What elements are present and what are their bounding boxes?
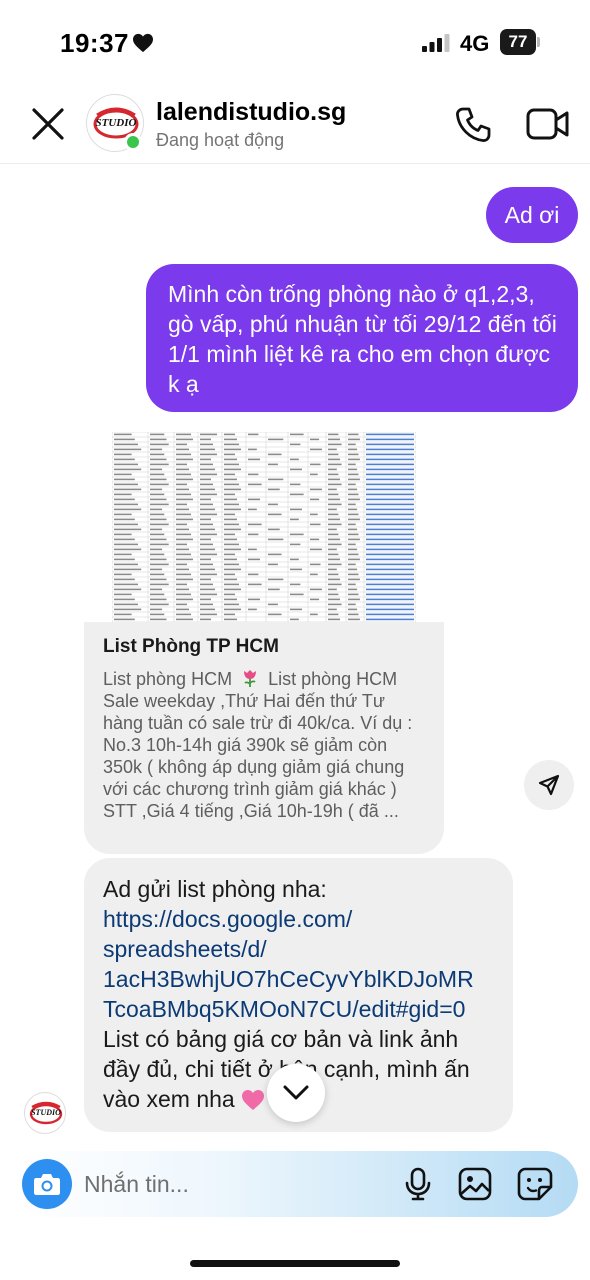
link-desc-body: List phòng HCM Sale weekday ,Thứ Hai đến… [103,669,413,821]
share-button[interactable] [524,760,574,810]
message-composer [14,1151,578,1217]
contact-name[interactable]: lalendistudio.sg [156,98,346,127]
header-divider [0,163,590,164]
network-label: 4G [460,31,490,56]
chevron-down-icon [283,1085,309,1100]
online-indicator [124,133,142,151]
link-preview-description: List phòng HCM List phòng HCM Sale weekd… [103,668,426,822]
battery-level: 77 [500,29,536,55]
signal-icon [422,34,450,52]
message-outgoing[interactable]: Mình còn trống phòng nào ở q1,2,3, gò vấ… [146,264,578,412]
chat-header: STUDIO lalendistudio.sg Đang hoạt động [0,88,590,164]
mic-icon[interactable] [404,1167,432,1201]
camera-icon [34,1174,60,1195]
spreadsheet-link[interactable]: spreadsheets/d/ [103,934,499,964]
status-bar: 19:37 4G 77 [0,0,590,88]
camera-button[interactable] [22,1159,72,1209]
video-icon[interactable] [526,106,570,142]
battery-cap [537,37,540,47]
pink-heart-icon [242,1090,265,1110]
message-outgoing[interactable]: Ad ơi [486,187,578,243]
message-intro: Ad gửi list phòng nha: [103,876,327,902]
avatar-logo-text: STUDIO [31,1108,61,1117]
avatar-logo-text: STUDIO [95,117,137,129]
link-desc-lead: List phòng HCM [103,669,233,689]
gallery-icon[interactable] [458,1167,492,1201]
home-indicator [190,1260,400,1267]
heart-icon [133,33,153,53]
link-preview-image[interactable] [112,432,416,622]
spreadsheet-link[interactable]: TcoaBMbq5KMOoN7CU/edit#gid=0 [103,994,499,1024]
battery-indicator: 77 [500,29,540,55]
sender-avatar[interactable]: STUDIO [24,1092,66,1134]
send-icon [538,774,560,796]
message-input[interactable] [84,1168,314,1200]
link-preview-title: List Phòng TP HCM [103,636,279,657]
sticker-icon[interactable] [517,1167,553,1201]
close-icon[interactable] [30,106,66,142]
spreadsheet-link[interactable]: 1acH3BwhjUO7hCeCyvYblKDJoMR [103,964,499,994]
spreadsheet-link[interactable]: https://docs.google.com/ [103,904,499,934]
spreadsheet-preview [112,432,416,622]
status-time: 19:37 [60,28,129,58]
scroll-to-bottom-button[interactable] [267,1064,325,1122]
link-preview-card[interactable]: List Phòng TP HCM List phòng HCM List ph… [84,622,444,854]
tulip-icon [244,670,257,687]
contact-status: Đang hoạt động [156,130,285,150]
phone-icon[interactable] [454,106,492,144]
